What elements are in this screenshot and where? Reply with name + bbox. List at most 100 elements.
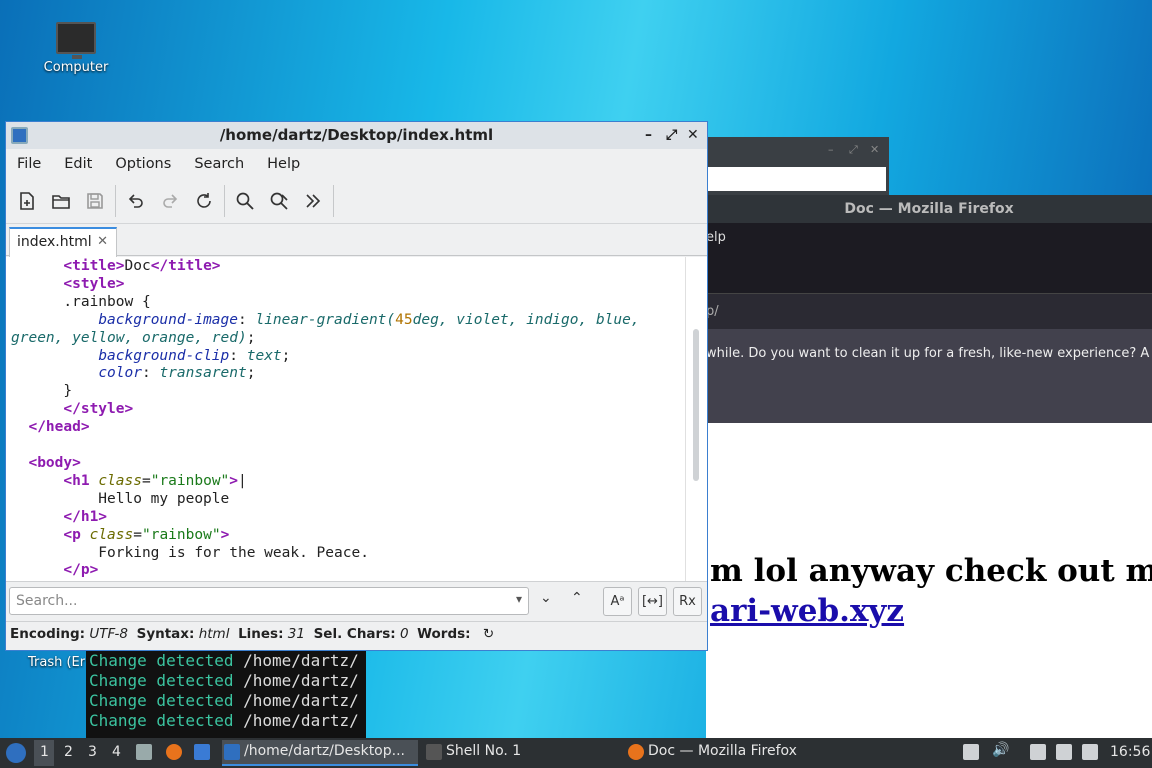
toolbar-separator: [115, 184, 116, 217]
bg-maximize-icon[interactable]: ⤢: [849, 143, 858, 157]
menu-search[interactable]: Search: [194, 156, 244, 172]
editor-app-icon: [11, 127, 28, 144]
workspace-3[interactable]: 3: [88, 744, 97, 760]
clock[interactable]: 16:56: [1110, 744, 1150, 760]
find-replace-icon[interactable]: [262, 184, 296, 218]
tab-label: index.html: [17, 234, 92, 250]
menu-file[interactable]: File: [17, 156, 41, 172]
background-window[interactable]: – ⤢ ✕: [706, 137, 889, 195]
terminal-task-icon: [426, 744, 442, 760]
find-next-icon[interactable]: ⌄: [540, 590, 552, 606]
syntax-value: html: [198, 626, 230, 642]
bg-minimize-icon[interactable]: –: [828, 143, 834, 156]
terminal-line: Change detected /home/dartz/: [89, 691, 359, 710]
editor-window[interactable]: /home/dartz/Desktop/index.html – ⤢ ✕ Fil…: [5, 121, 708, 651]
task-editor-label: /home/dartz/Desktop...: [244, 743, 405, 759]
workspace-1[interactable]: 1: [40, 744, 49, 760]
terminal-line: Change detected /home/dartz/: [89, 651, 359, 670]
search-placeholder: Search...: [16, 593, 78, 609]
computer-desktop-icon[interactable]: Computer: [38, 22, 114, 75]
terminal-window[interactable]: Change detected /home/dartz/ Change dete…: [86, 650, 366, 738]
network-icon[interactable]: [1056, 744, 1072, 760]
editor-titlebar[interactable]: /home/dartz/Desktop/index.html – ⤢ ✕: [6, 122, 707, 149]
toolbar-separator: [224, 184, 225, 217]
maximize-icon[interactable]: ⤢: [666, 122, 677, 149]
start-menu-icon[interactable]: [6, 743, 26, 763]
tray-arrow-icon[interactable]: [963, 744, 979, 760]
workspace-2[interactable]: 2: [64, 744, 73, 760]
refresh-icon[interactable]: ↻: [483, 626, 494, 642]
lines-value: 31: [287, 626, 305, 642]
firefox-menu-help[interactable]: elp: [706, 230, 726, 245]
syntax-label: Syntax:: [136, 626, 195, 642]
trash-label[interactable]: Trash (Er: [28, 655, 85, 670]
more-chevron-icon[interactable]: [296, 184, 330, 218]
editor-title: /home/dartz/Desktop/index.html: [219, 126, 494, 144]
task-shell-label: Shell No. 1: [446, 743, 522, 759]
sel-chars-value: 0: [399, 626, 409, 642]
clipboard-icon[interactable]: [1030, 744, 1046, 760]
volume-icon[interactable]: 🔊: [992, 742, 1009, 758]
vertical-scrollbar[interactable]: [685, 257, 707, 581]
find-previous-icon[interactable]: ⌃: [571, 590, 583, 606]
status-bar: Encoding: UTF-8 Syntax: html Lines: 31 S…: [6, 621, 707, 648]
match-case-button[interactable]: Aᵃ: [603, 587, 632, 616]
terminal-line: Change detected /home/dartz/: [89, 711, 359, 730]
new-file-icon[interactable]: [10, 184, 44, 218]
find-icon[interactable]: [228, 184, 262, 218]
firefox-window[interactable]: Doc — Mozilla Firefox elp p/ while. Do y…: [706, 195, 1152, 740]
sel-chars-label: Sel. Chars:: [313, 626, 396, 642]
firefox-url-bar[interactable]: p/: [706, 293, 1152, 329]
notice-text: while. Do you want to clean it up for a …: [706, 346, 1150, 361]
minimize-icon[interactable]: –: [645, 122, 652, 149]
task-firefox[interactable]: Doc — Mozilla Firefox: [626, 740, 826, 766]
editor-task-icon: [224, 744, 240, 760]
computer-label: Computer: [43, 60, 109, 75]
chevron-down-icon[interactable]: ▾: [516, 592, 522, 606]
taskbar: 1 2 3 4 /home/dartz/Desktop... Shell No.…: [0, 738, 1152, 768]
terminal-line: Change detected /home/dartz/: [89, 671, 359, 690]
tab-bar: index.html ✕: [6, 224, 707, 257]
firefox-menubar: elp: [706, 223, 1152, 293]
page-heading: m lol anyway check out m: [710, 553, 1152, 589]
close-icon[interactable]: ✕: [687, 122, 699, 149]
toolbar: [6, 178, 707, 224]
words-label: Words:: [417, 626, 471, 642]
find-bar: Search... ▾ ⌄ ⌃ Aᵃ [↔] Rx: [6, 581, 707, 621]
desktop-icon[interactable]: [194, 744, 210, 760]
code-editor[interactable]: <title>Doc</title> <style> .rainbow { ba…: [6, 257, 685, 581]
file-manager-icon[interactable]: [136, 744, 152, 760]
tab-index-html[interactable]: index.html ✕: [9, 227, 117, 257]
redo-icon[interactable]: [153, 184, 187, 218]
scrollbar-thumb[interactable]: [693, 329, 699, 481]
firefox-task-icon: [628, 744, 644, 760]
save-icon[interactable]: [78, 184, 112, 218]
firefox-refresh-notice: while. Do you want to clean it up for a …: [706, 329, 1152, 423]
search-input[interactable]: Search... ▾: [9, 587, 529, 615]
workspace-4[interactable]: 4: [112, 744, 121, 760]
toolbar-separator: [333, 184, 334, 217]
menu-edit[interactable]: Edit: [64, 156, 92, 172]
whole-word-button[interactable]: [↔]: [638, 587, 667, 616]
menubar: File Edit Options Search Help: [6, 149, 707, 178]
menu-help[interactable]: Help: [267, 156, 300, 172]
encoding-label: Encoding:: [10, 626, 86, 642]
bg-close-icon[interactable]: ✕: [870, 143, 879, 156]
tab-close-icon[interactable]: ✕: [97, 234, 108, 249]
encoding-value: UTF-8: [89, 626, 128, 642]
open-folder-icon[interactable]: [44, 184, 78, 218]
notification-icon[interactable]: [1082, 744, 1098, 760]
regex-button[interactable]: Rx: [673, 587, 702, 616]
firefox-launcher-icon[interactable]: [166, 744, 182, 760]
reload-icon[interactable]: [187, 184, 221, 218]
task-shell[interactable]: Shell No. 1: [424, 740, 614, 766]
undo-icon[interactable]: [119, 184, 153, 218]
menu-options[interactable]: Options: [115, 156, 171, 172]
firefox-title: Doc — Mozilla Firefox: [706, 195, 1152, 223]
computer-icon: [56, 22, 96, 59]
task-firefox-label: Doc — Mozilla Firefox: [648, 743, 797, 759]
page-link[interactable]: ari-web.xyz: [710, 593, 904, 629]
task-editor[interactable]: /home/dartz/Desktop...: [222, 740, 418, 766]
bg-window-content: [706, 167, 886, 191]
lines-label: Lines:: [238, 626, 284, 642]
